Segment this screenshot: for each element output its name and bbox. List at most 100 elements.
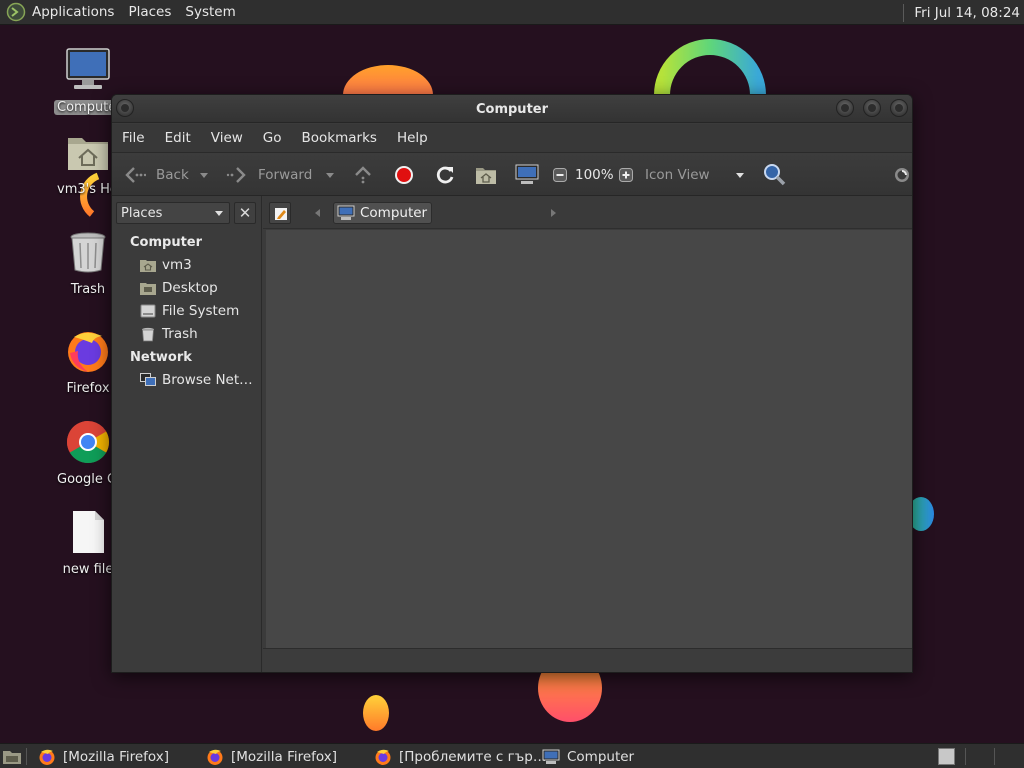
file-view[interactable]	[266, 230, 912, 648]
task-firefox-3[interactable]: [Проблемите с гър…	[374, 744, 546, 768]
places-item-trash[interactable]: Trash	[140, 324, 198, 344]
back-button[interactable]: Back	[124, 153, 189, 197]
forward-arrow-icon	[226, 167, 246, 183]
location-bar: Computer	[263, 196, 912, 229]
desktop-icon-label: Trash	[70, 282, 106, 297]
menu-file[interactable]: File	[122, 130, 145, 146]
home-button[interactable]	[475, 153, 497, 197]
workspace-switcher-1[interactable]	[938, 744, 955, 768]
places-item-desktop[interactable]: Desktop	[140, 278, 218, 298]
file-icon	[73, 511, 104, 553]
mate-logo-icon[interactable]	[6, 2, 26, 22]
stop-button[interactable]	[393, 153, 415, 197]
system-menu[interactable]: System	[185, 4, 235, 20]
places-item-label: vm3	[162, 257, 192, 273]
places-heading-computer: Computer	[130, 235, 203, 250]
menu-help[interactable]: Help	[397, 130, 428, 146]
trash-icon	[142, 327, 154, 341]
places-item-file-system[interactable]: File System	[140, 301, 239, 321]
zoom-out-icon	[553, 168, 567, 182]
places-item-browse-network[interactable]: Browse Net…	[140, 370, 253, 390]
task-firefox-2[interactable]: [Mozilla Firefox]	[206, 744, 337, 768]
places-item-vm3[interactable]: vm3	[140, 255, 192, 275]
panel-separator	[26, 748, 27, 765]
show-desktop-button[interactable]	[2, 744, 29, 768]
side-pane-selector-label: Places	[121, 205, 163, 221]
spinner-icon	[895, 168, 909, 182]
minimize-button[interactable]	[836, 99, 854, 117]
desktop-folder-icon	[140, 283, 156, 295]
places-item-label: File System	[162, 303, 240, 319]
chevron-down-icon	[326, 172, 334, 178]
zoom-in-icon	[619, 168, 633, 182]
maximize-button[interactable]	[863, 99, 881, 117]
places-item-label: Browse Net…	[162, 372, 253, 388]
forward-button[interactable]: Forward	[226, 153, 312, 197]
zoom-percent: 100%	[575, 167, 614, 183]
workspace-switcher-2[interactable]	[968, 744, 992, 768]
chevron-down-icon	[215, 211, 223, 216]
chrome-icon	[66, 421, 110, 464]
applications-menu[interactable]: Applications	[32, 4, 114, 20]
window-titlebar[interactable]: Computer	[112, 95, 912, 123]
back-history-dropdown[interactable]	[200, 153, 208, 197]
forward-history-dropdown[interactable]	[326, 153, 334, 197]
panel-separator	[965, 748, 966, 765]
stop-icon	[395, 166, 413, 184]
computer-icon	[66, 48, 110, 89]
task-label: [Mozilla Firefox]	[231, 748, 338, 765]
close-side-pane-button[interactable]: ✕	[234, 202, 256, 224]
task-label: Computer	[567, 748, 635, 765]
menu-edit[interactable]: Edit	[165, 130, 191, 146]
firefox-icon	[375, 749, 391, 765]
close-button[interactable]	[890, 99, 908, 117]
chevron-down-icon	[736, 172, 744, 178]
status-bar	[263, 648, 912, 672]
places-menu[interactable]: Places	[128, 4, 171, 20]
menu-view[interactable]: View	[211, 130, 243, 146]
workspace-2[interactable]	[968, 748, 992, 765]
side-pane: Places ✕ Computer vm3 Desktop File Syste…	[112, 196, 262, 672]
panel-clock[interactable]: Fri Jul 14, 08:24	[914, 5, 1024, 21]
task-firefox-1[interactable]: [Mozilla Firefox]	[38, 744, 169, 768]
computer-button[interactable]	[515, 153, 539, 197]
breadcrumb-label: Computer	[360, 205, 428, 221]
file-manager-window: Computer File Edit View Go Bookmarks Hel…	[111, 94, 913, 673]
places-heading-network: Network	[130, 350, 192, 365]
up-button[interactable]	[352, 153, 374, 197]
view-mode-dropdown[interactable]	[736, 153, 744, 197]
task-label: [Mozilla Firefox]	[63, 748, 170, 765]
up-arrow-icon	[355, 166, 371, 184]
menu-bar: File Edit View Go Bookmarks Help	[112, 124, 912, 152]
window-title: Computer	[475, 102, 549, 117]
crumb-right-arrow-icon[interactable]	[551, 209, 556, 217]
menu-go[interactable]: Go	[263, 130, 282, 146]
panel-separator	[903, 3, 905, 22]
home-folder-icon	[476, 168, 496, 184]
places-item-label: Desktop	[162, 280, 218, 296]
back-arrow-icon	[125, 167, 146, 183]
task-computer[interactable]: Computer	[542, 744, 634, 768]
bottom-panel: [Mozilla Firefox] [Mozilla Firefox] [Про…	[0, 743, 1024, 768]
computer-icon	[542, 749, 560, 764]
crumb-left-arrow-icon[interactable]	[315, 209, 320, 217]
zoom-out-button[interactable]	[553, 153, 567, 197]
reload-button[interactable]	[434, 153, 456, 197]
view-mode-select[interactable]: Icon View	[639, 153, 710, 197]
side-pane-selector[interactable]: Places	[116, 202, 230, 224]
firefox-icon	[207, 749, 223, 765]
search-icon	[764, 164, 786, 186]
pencil-icon	[275, 208, 287, 220]
zoom-level[interactable]: 100%	[575, 153, 614, 197]
back-label: Back	[156, 167, 189, 183]
toggle-location-entry-button[interactable]	[269, 202, 291, 224]
zoom-in-button[interactable]	[619, 153, 633, 197]
firefox-icon	[68, 332, 108, 372]
activity-spinner	[894, 153, 910, 197]
desktop-icon-label: new file	[62, 562, 114, 577]
search-button[interactable]	[763, 153, 787, 197]
toolbar: Back Forward 100% Icon View	[112, 152, 912, 196]
menu-bookmarks[interactable]: Bookmarks	[302, 130, 377, 146]
workspace-1[interactable]	[938, 748, 955, 765]
breadcrumb-computer[interactable]: Computer	[333, 202, 433, 224]
